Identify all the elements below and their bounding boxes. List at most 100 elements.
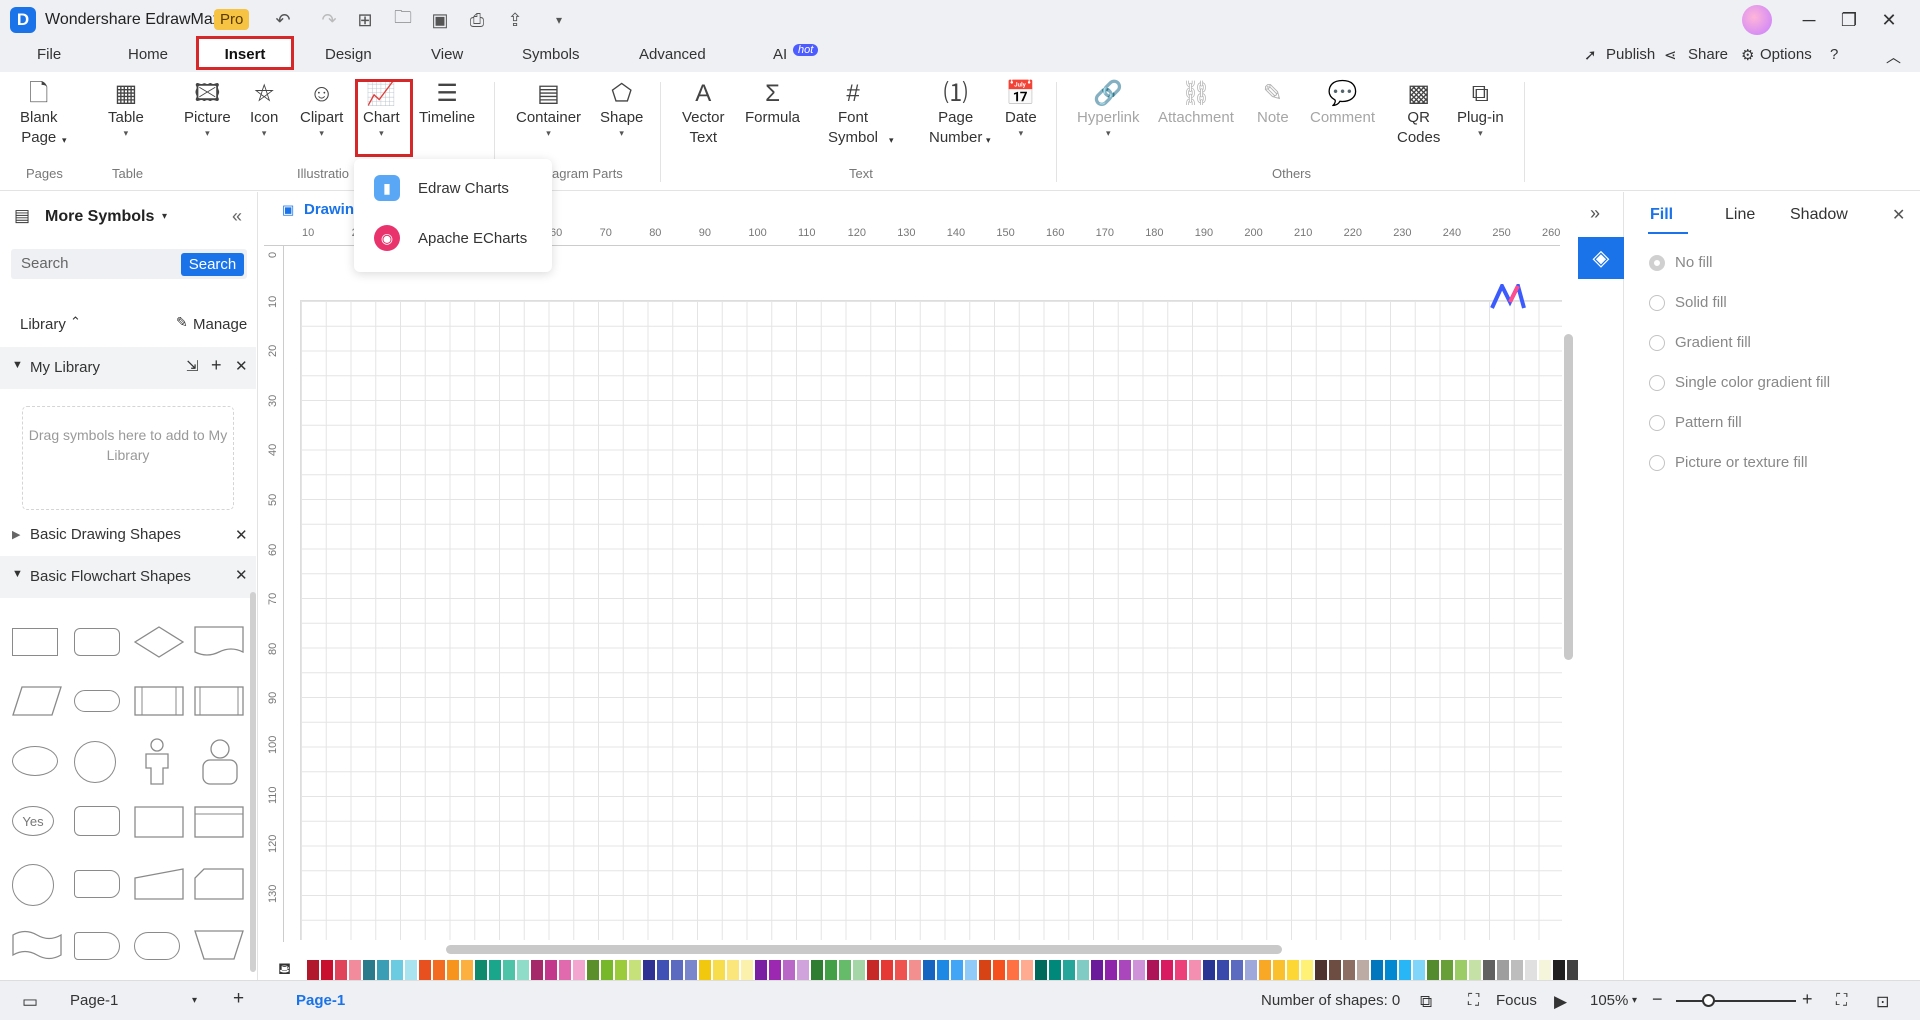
color-swatch[interactable] [713,960,725,980]
zoom-slider-track[interactable] [1676,1000,1796,1002]
date-button[interactable]: 📅 Date ▾ [1005,80,1037,138]
color-swatch[interactable] [1525,960,1537,980]
layers-icon[interactable]: ⧉ [1420,992,1432,1012]
color-swatch[interactable] [503,960,515,980]
color-swatch[interactable] [517,960,529,980]
color-swatch[interactable] [881,960,893,980]
radio[interactable] [1649,254,1665,271]
color-swatch[interactable] [1301,960,1313,980]
redo-icon[interactable]: ↷ [318,9,340,31]
color-swatch[interactable] [321,960,333,980]
color-swatch[interactable] [1357,960,1369,980]
color-swatch[interactable] [573,960,585,980]
color-swatch[interactable] [601,960,613,980]
color-swatch[interactable] [1539,960,1551,980]
color-swatch[interactable] [1161,960,1173,980]
terminator-shape[interactable] [74,690,120,712]
page-tab[interactable]: Page-1 [296,992,345,1009]
color-swatch[interactable] [797,960,809,980]
color-swatch[interactable] [741,960,753,980]
fullscreen-icon[interactable]: ⊡ [1876,992,1889,1012]
manage-icon[interactable]: ✎ [176,314,188,331]
vertical-scrollbar[interactable] [1564,334,1573,660]
color-swatch[interactable] [685,960,697,980]
save-icon[interactable]: ▣ [429,9,451,31]
connector-shape[interactable] [12,864,54,906]
delay-shape[interactable] [74,932,120,960]
publish-icon[interactable]: ➚ [1584,46,1597,64]
color-swatch[interactable] [965,960,977,980]
color-swatch[interactable] [363,960,375,980]
color-swatch[interactable] [1007,960,1019,980]
color-swatch[interactable] [545,960,557,980]
color-swatch[interactable] [447,960,459,980]
collapse-ribbon-icon[interactable]: ︿ [1886,46,1901,67]
color-swatch[interactable] [755,960,767,980]
menu-advanced[interactable]: Advanced [639,46,706,63]
color-swatch[interactable] [335,960,347,980]
stored-data-shape[interactable] [74,870,120,898]
card-shape[interactable] [134,806,184,842]
color-swatch[interactable] [433,960,445,980]
menu-insert-highlight[interactable]: Insert [196,36,294,70]
circle-shape[interactable] [74,741,116,783]
loop-shape[interactable] [194,686,244,720]
close-icon[interactable]: ✕ [235,566,248,584]
color-swatch[interactable] [699,960,711,980]
color-swatch[interactable] [1259,960,1271,980]
zoom-out-icon[interactable]: − [1652,989,1663,1010]
radio[interactable] [1649,414,1665,431]
table-button[interactable]: ▦ Table ▾ [108,80,144,138]
tab-shadow[interactable]: Shadow [1790,206,1848,224]
color-swatch[interactable] [419,960,431,980]
chevron-down-icon[interactable]: ▾ [192,995,197,1006]
drawing-canvas[interactable] [300,300,1562,940]
left-panel-scrollbar[interactable] [250,592,256,972]
color-palette[interactable] [307,960,1651,980]
search-button[interactable]: Search [181,253,244,276]
color-swatch[interactable] [1385,960,1397,980]
color-swatch[interactable] [405,960,417,980]
color-swatch[interactable] [1077,960,1089,980]
menu-home[interactable]: Home [128,46,168,63]
color-swatch[interactable] [1189,960,1201,980]
zoom-level[interactable]: 105% [1590,992,1628,1009]
color-swatch[interactable] [1133,960,1145,980]
display-shape[interactable] [134,932,180,960]
color-swatch[interactable] [1469,960,1481,980]
predefined-process-shape[interactable] [134,686,184,720]
data-shape[interactable] [12,686,62,720]
color-swatch[interactable] [937,960,949,980]
export-icon[interactable]: ⇪ [504,9,526,31]
color-swatch[interactable] [1553,960,1565,980]
clipart-button[interactable]: ☺ Clipart ▾ [300,80,343,138]
basic-flowchart-shapes-header[interactable]: ▼ Basic Flowchart Shapes ✕ [0,556,256,598]
color-swatch[interactable] [783,960,795,980]
color-swatch[interactable] [629,960,641,980]
menu-view[interactable]: View [431,46,463,63]
radio[interactable] [1649,454,1665,471]
color-swatch[interactable] [1343,960,1355,980]
color-swatch[interactable] [1203,960,1215,980]
search-input[interactable]: Search [21,255,69,272]
gradient-fill-option[interactable]: Gradient fill [1649,334,1751,351]
my-library-header[interactable]: ▼ My Library ⇲ + ✕ [0,347,256,389]
actor-shape[interactable] [142,738,172,790]
close-icon[interactable]: ✕ [235,357,248,375]
options-button[interactable]: Options [1760,46,1812,63]
color-swatch[interactable] [1483,960,1495,980]
add-page-icon[interactable]: + [233,988,244,1010]
blank-page-button[interactable]: 🗋 Blank Page [20,80,58,148]
zoom-in-icon[interactable]: + [1802,989,1813,1010]
color-swatch[interactable] [825,960,837,980]
page-layout-icon[interactable]: ▭ [22,992,38,1012]
color-swatch[interactable] [559,960,571,980]
color-swatch[interactable] [979,960,991,980]
pattern-fill-option[interactable]: Pattern fill [1649,414,1742,431]
hyperlink-button[interactable]: 🔗 Hyperlink ▾ [1077,80,1140,138]
color-swatch[interactable] [1105,960,1117,980]
vector-text-button[interactable]: A Vector Text [682,80,725,148]
color-swatch[interactable] [1413,960,1425,980]
color-swatch[interactable] [1441,960,1453,980]
customize-toolbar-icon[interactable]: ▾ [548,9,570,31]
